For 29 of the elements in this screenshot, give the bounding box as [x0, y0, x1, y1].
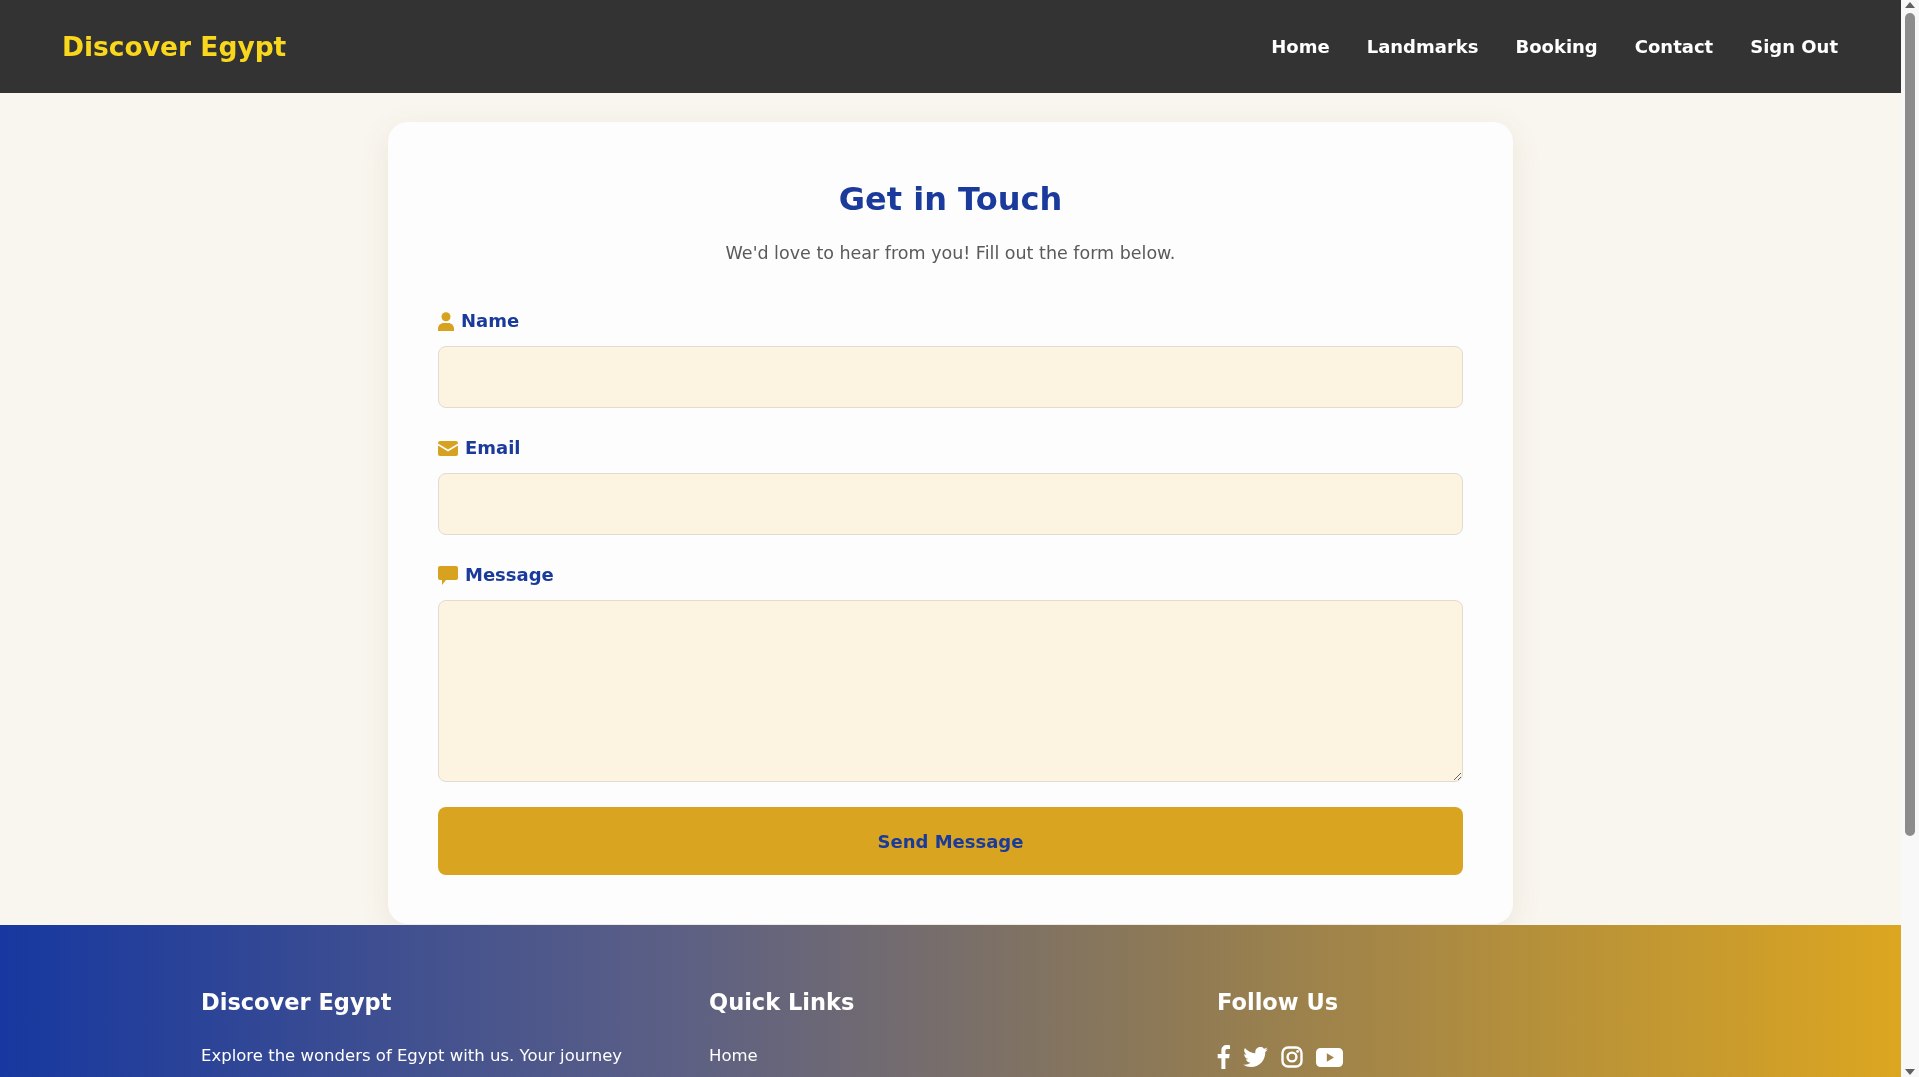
bird-icon[interactable] [1243, 1047, 1268, 1067]
field-label: Email [465, 436, 521, 460]
nav-link[interactable]: Home [1271, 36, 1330, 57]
person-icon [438, 311, 454, 331]
text-input[interactable] [438, 473, 1463, 535]
text-input[interactable] [438, 346, 1463, 408]
send-button[interactable]: Send Message [438, 807, 1463, 875]
nav-link[interactable]: Booking [1515, 36, 1598, 57]
scroll-down-icon[interactable] [1905, 1069, 1915, 1075]
facebook-icon[interactable] [1217, 1045, 1230, 1069]
scrollbar-thumb[interactable] [1905, 13, 1915, 836]
play-icon[interactable] [1316, 1047, 1343, 1067]
footer-heading: Discover Egypt [201, 988, 392, 1017]
camera-icon[interactable] [1281, 1046, 1303, 1068]
nav-link[interactable]: Landmarks [1366, 36, 1479, 57]
footer-link[interactable]: Home [709, 1046, 758, 1065]
nav-link[interactable]: Sign Out [1750, 36, 1838, 57]
field-label: Message [465, 563, 554, 587]
footer-heading: Quick Links [709, 988, 855, 1017]
footer-text: Explore the wonders of Egypt with us. Your journey [201, 1045, 623, 1067]
form-title: Get in Touch [838, 179, 1063, 220]
envelope-icon [438, 440, 458, 456]
field-label: Name [461, 309, 520, 333]
scroll-up-icon[interactable] [1905, 2, 1915, 8]
footer-heading: Follow Us [1217, 988, 1339, 1017]
nav-link[interactable]: Contact [1634, 36, 1714, 57]
speech-bubble-icon [438, 565, 458, 585]
form-subtitle: We'd love to hear from you! Fill out the form below. [725, 242, 1176, 265]
site-logo[interactable]: Discover Egypt [62, 31, 287, 62]
